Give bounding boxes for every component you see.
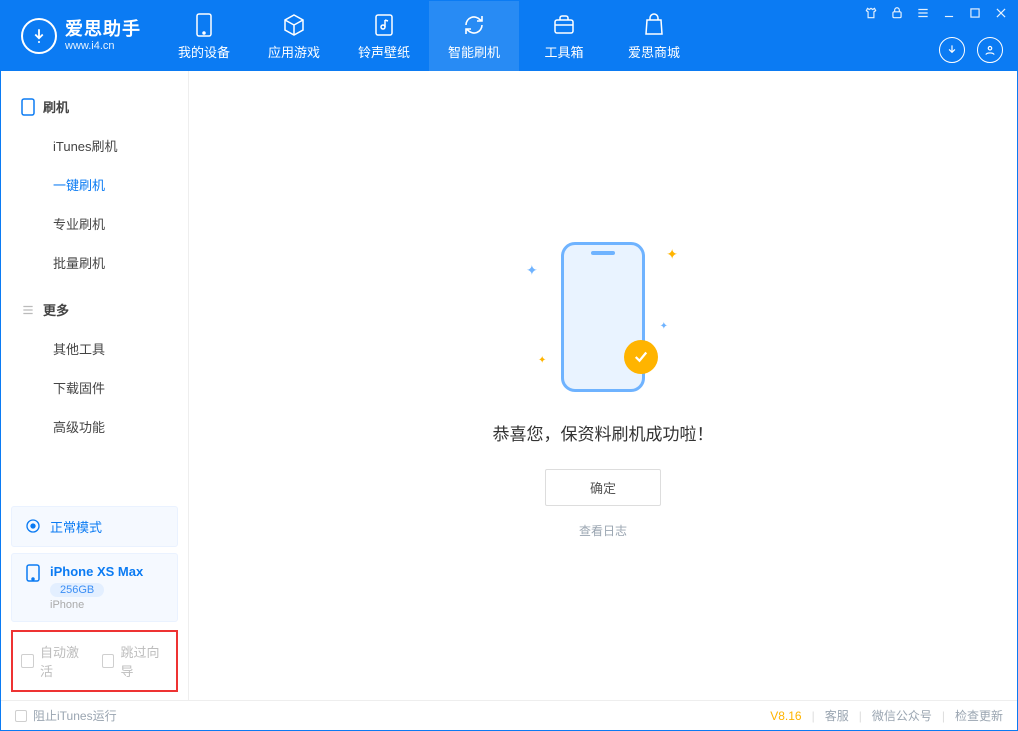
- sidebar-item-itunes-flash[interactable]: iTunes刷机: [1, 126, 188, 165]
- mode-card[interactable]: 正常模式: [11, 506, 178, 547]
- device-type: iPhone: [50, 599, 143, 611]
- sidebar: 刷机 iTunes刷机 一键刷机 专业刷机 批量刷机 更多 其他工具 下载固件 …: [1, 71, 189, 700]
- mode-icon: [24, 517, 42, 535]
- check-update-link[interactable]: 检查更新: [955, 707, 1003, 724]
- status-bar: 阻止iTunes运行 V8.16 | 客服 | 微信公众号 | 检查更新: [1, 700, 1017, 730]
- nav-label: 我的设备: [178, 42, 230, 61]
- music-file-icon: [373, 12, 395, 38]
- sidebar-item-oneclick-flash[interactable]: 一键刷机: [1, 165, 188, 204]
- nav-store[interactable]: 爱思商城: [609, 1, 699, 71]
- sidebar-item-other-tools[interactable]: 其他工具: [1, 329, 188, 368]
- nav-label: 爱思商城: [628, 42, 680, 61]
- nav-label: 智能刷机: [448, 42, 500, 61]
- phone-icon: [195, 12, 213, 38]
- top-nav: 我的设备 应用游戏 铃声壁纸 智能刷机 工具箱 爱思商城: [159, 1, 699, 71]
- sidebar-item-batch-flash[interactable]: 批量刷机: [1, 243, 188, 282]
- app-logo: 爱思助手 www.i4.cn: [1, 1, 159, 71]
- checkbox-icon[interactable]: [15, 710, 27, 722]
- sidebar-item-pro-flash[interactable]: 专业刷机: [1, 204, 188, 243]
- device-capacity: 256GB: [50, 583, 104, 597]
- app-name: 爱思助手: [65, 20, 141, 40]
- app-url: www.i4.cn: [65, 40, 141, 52]
- view-log-link[interactable]: 查看日志: [579, 522, 627, 539]
- confirm-button[interactable]: 确定: [545, 469, 661, 506]
- checkbox-icon: [21, 654, 34, 668]
- maximize-icon[interactable]: [967, 5, 983, 21]
- success-message: 恭喜您，保资料刷机成功啦！: [493, 420, 714, 445]
- checkbox-auto-activate[interactable]: 自动激活: [21, 642, 88, 680]
- lock-icon[interactable]: [889, 5, 905, 21]
- device-card[interactable]: iPhone XS Max 256GB iPhone: [11, 553, 178, 622]
- top-right-actions: [939, 37, 1003, 63]
- cube-icon: [282, 12, 306, 38]
- support-link[interactable]: 客服: [825, 707, 849, 724]
- phone-small-icon: [21, 98, 35, 116]
- nav-ringtones-wallpapers[interactable]: 铃声壁纸: [339, 1, 429, 71]
- sidebar-section-flash: 刷机: [1, 89, 188, 124]
- close-icon[interactable]: [993, 5, 1009, 21]
- mode-label: 正常模式: [50, 517, 102, 536]
- refresh-icon: [462, 12, 486, 38]
- checkbox-icon: [102, 654, 115, 668]
- checkbox-label: 自动激活: [40, 642, 88, 680]
- shirt-icon[interactable]: [863, 5, 879, 21]
- nav-label: 铃声壁纸: [358, 42, 410, 61]
- nav-apps-games[interactable]: 应用游戏: [249, 1, 339, 71]
- download-icon[interactable]: [939, 37, 965, 63]
- briefcase-icon: [552, 12, 576, 38]
- main-panel: ✦ ✦ ✦ ✦ 恭喜您，保资料刷机成功啦！ 确定 查看日志: [189, 71, 1017, 700]
- sparkle-icon: ✦: [666, 246, 678, 263]
- checkbox-skip-wizard[interactable]: 跳过向导: [102, 642, 169, 680]
- sparkle-icon: ✦: [538, 355, 546, 366]
- sidebar-item-download-firmware[interactable]: 下载固件: [1, 368, 188, 407]
- logo-icon: [21, 18, 57, 54]
- list-icon: [21, 303, 35, 317]
- flash-options-box: 自动激活 跳过向导: [11, 630, 178, 692]
- top-bar: 爱思助手 www.i4.cn 我的设备 应用游戏 铃声壁纸 智能刷机 工具箱 爱…: [1, 1, 1017, 71]
- checkbox-label: 跳过向导: [120, 642, 168, 680]
- sparkle-icon: ✦: [526, 262, 538, 279]
- sparkle-icon: ✦: [660, 321, 668, 332]
- version-label: V8.16: [770, 709, 801, 723]
- device-name: iPhone XS Max: [50, 564, 143, 579]
- shopping-bag-icon: [643, 12, 665, 38]
- menu-icon[interactable]: [915, 5, 931, 21]
- success-check-icon: [624, 340, 658, 374]
- nav-toolbox[interactable]: 工具箱: [519, 1, 609, 71]
- section-label: 更多: [43, 300, 69, 319]
- minimize-icon[interactable]: [941, 5, 957, 21]
- user-icon[interactable]: [977, 37, 1003, 63]
- window-controls: [863, 5, 1009, 21]
- nav-smart-flash[interactable]: 智能刷机: [429, 1, 519, 71]
- device-icon: [24, 564, 42, 582]
- sidebar-item-advanced[interactable]: 高级功能: [1, 407, 188, 446]
- nav-label: 工具箱: [544, 42, 583, 61]
- nav-my-device[interactable]: 我的设备: [159, 1, 249, 71]
- nav-label: 应用游戏: [268, 42, 320, 61]
- success-illustration: ✦ ✦ ✦ ✦: [518, 232, 688, 402]
- wechat-link[interactable]: 微信公众号: [872, 707, 932, 724]
- sidebar-section-more: 更多: [1, 292, 188, 327]
- block-itunes-label[interactable]: 阻止iTunes运行: [33, 707, 117, 724]
- section-label: 刷机: [43, 97, 69, 116]
